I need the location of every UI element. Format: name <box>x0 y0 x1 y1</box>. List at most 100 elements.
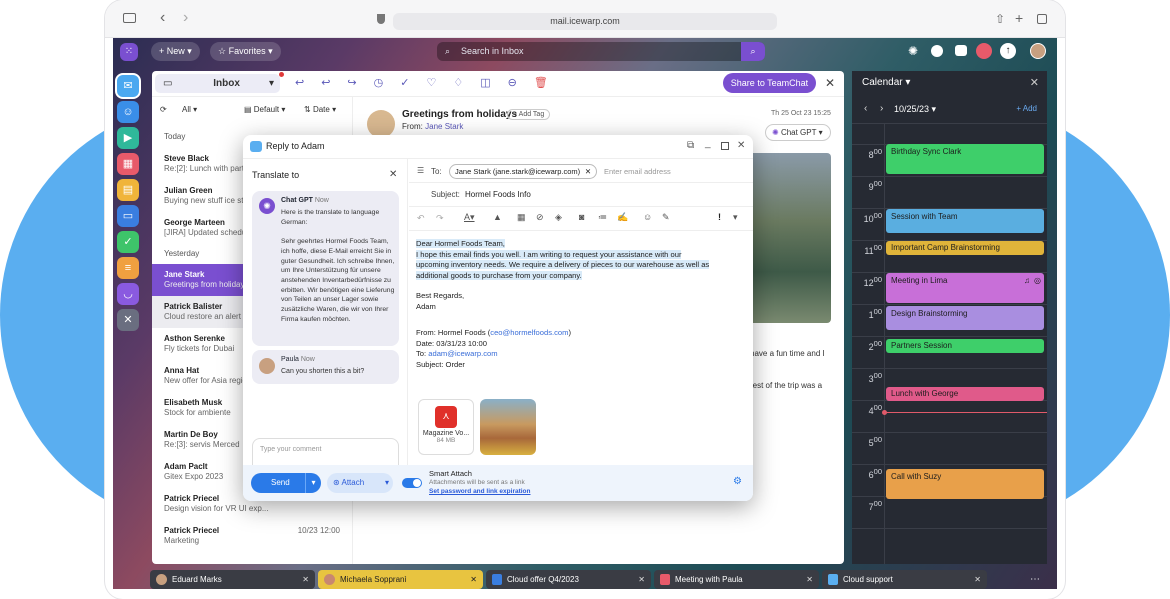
minimize-icon[interactable]: _ <box>705 138 711 149</box>
view-select[interactable]: ▤ Default ▾ <box>244 105 285 114</box>
redo-icon[interactable]: ↷ <box>436 213 444 224</box>
subject-input[interactable]: Hormel Foods Info <box>465 190 531 199</box>
calendar-event[interactable]: Lunch with George <box>886 387 1044 401</box>
refresh-icon[interactable]: ⟳ <box>160 105 167 114</box>
close-icon[interactable]: ✕ <box>974 570 981 589</box>
image-icon[interactable]: ▲ <box>493 212 502 222</box>
remove-recipient-icon[interactable]: ✕ <box>585 165 591 178</box>
tools-app-icon[interactable]: ✕ <box>117 309 139 331</box>
attach-options-icon[interactable]: ▾ <box>385 473 389 493</box>
close-icon[interactable]: ✕ <box>302 570 309 589</box>
recipient-chip[interactable]: Jane Stark (jane.stark@icewarp.com) ✕ <box>449 164 598 179</box>
signature-icon[interactable]: ✍ <box>617 212 628 223</box>
close-icon[interactable]: ✕ <box>638 570 645 589</box>
apps-grid-icon[interactable]: ⁙ <box>120 43 138 61</box>
settings-icon[interactable]: ⚙ <box>733 476 742 487</box>
sort-select[interactable]: ⇅ Date ▾ <box>304 105 336 114</box>
quoted-email-link[interactable]: ceo@hormelfoods.com <box>490 328 568 337</box>
dropbox-icon[interactable]: ◈ <box>555 212 562 223</box>
search-input[interactable]: ⌕ Search in Inbox ⌕ <box>437 42 765 61</box>
calendar-event[interactable]: Call with Suzy <box>886 469 1044 499</box>
new-button[interactable]: + New ▾ <box>151 42 200 61</box>
chatgpt-icon[interactable]: ✺ <box>908 44 918 58</box>
tabs-icon[interactable] <box>1037 14 1047 24</box>
list-item[interactable]: Patrick Priecel Marketing 10/23 12:00 <box>152 526 352 546</box>
sidebar-toggle-icon[interactable] <box>123 13 136 23</box>
camera-icon[interactable]: ◙ <box>579 212 584 222</box>
calendar-title[interactable]: Calendar ▾ <box>862 77 910 88</box>
taskbar-item[interactable]: Eduard Marks ✕ <box>150 570 315 589</box>
close-mail-icon[interactable]: ✕ <box>825 76 835 90</box>
tasks-app-icon[interactable]: ✓ <box>117 231 139 253</box>
back-icon[interactable]: ‹ <box>160 9 165 27</box>
attach-button[interactable]: ⊛ Attach ▾ <box>327 473 393 493</box>
attachment-photo[interactable] <box>480 399 536 455</box>
taskbar-item[interactable]: Cloud support ✕ <box>822 570 987 589</box>
user-avatar[interactable] <box>1030 43 1046 59</box>
favorites-button[interactable]: ☆ Favorites ▾ <box>210 42 281 61</box>
font-color-icon[interactable]: A▾ <box>464 212 475 223</box>
calendar-top-icon[interactable] <box>976 43 992 59</box>
calendar-event[interactable]: Design Brainstorming <box>886 306 1044 330</box>
set-password-link[interactable]: Set password and link expiration <box>429 488 531 495</box>
undo-icon[interactable]: ↶ <box>417 213 425 224</box>
add-event-button[interactable]: + Add <box>1016 104 1037 113</box>
share-teamchat-button[interactable]: Share to TeamChat <box>723 73 816 93</box>
add-tag-button[interactable]: + Add Tag <box>507 109 551 120</box>
forward-icon[interactable]: › <box>183 9 188 27</box>
close-translate-icon[interactable]: ✕ <box>389 169 397 180</box>
calendar-date[interactable]: 10/25/23 ▾ <box>894 104 936 115</box>
new-tab-icon[interactable]: + <box>1015 10 1023 26</box>
chatgpt-button[interactable]: ✺ Chat GPT ▾ <box>765 124 831 141</box>
quoted-to-link[interactable]: adam@icewarp.com <box>428 349 497 358</box>
prev-day-icon[interactable]: ‹ <box>864 103 867 114</box>
folder-select[interactable]: ▭ Inbox ▾ <box>155 72 284 93</box>
chat-icon[interactable] <box>931 45 943 57</box>
search-button[interactable]: ⌕ <box>741 42 765 61</box>
teamchat-app-icon[interactable]: ◡ <box>117 283 139 305</box>
upload-icon[interactable]: ↑ <box>1000 43 1016 59</box>
calendar-event[interactable]: Session with Team <box>886 209 1044 233</box>
attachment-card[interactable]: ⋏ Magazine Vo... 84 MB <box>418 399 474 455</box>
share-icon[interactable]: ⇧ <box>995 12 1005 26</box>
mail-app-icon[interactable]: ✉ <box>117 75 139 97</box>
email-field[interactable]: Enter email address <box>604 167 671 176</box>
pen-icon[interactable]: ✎ <box>662 212 670 223</box>
close-icon[interactable]: ✕ <box>806 570 813 589</box>
popout-icon[interactable]: ⧉ <box>687 140 694 151</box>
close-icon[interactable]: ✕ <box>470 570 477 589</box>
smart-attach-toggle[interactable] <box>402 478 422 488</box>
calendar-event[interactable]: Meeting in Lima ♫ ◎ <box>886 273 1044 303</box>
filter-select[interactable]: All ▾ <box>182 105 197 114</box>
send-options-icon[interactable]: ▾ <box>305 473 321 493</box>
maximize-icon[interactable] <box>721 142 729 150</box>
message-editor[interactable]: Dear Hormel Foods Team, I hope this emai… <box>416 239 716 370</box>
close-dialog-icon[interactable]: ✕ <box>737 140 745 151</box>
list-format-icon[interactable]: ≔ <box>598 212 607 223</box>
calendar-event[interactable]: Partners Session <box>886 339 1044 353</box>
send-button[interactable]: Send ▾ <box>251 473 321 493</box>
taskbar-item[interactable]: Michaela Soppranì ✕ <box>318 570 483 589</box>
taskbar-item[interactable]: Cloud offer Q4/2023 ✕ <box>486 570 651 589</box>
files-app-icon[interactable]: ▭ <box>117 205 139 227</box>
more-chevron-icon[interactable]: ▾ <box>733 212 738 223</box>
calendar-event[interactable]: Important Camp Brainstorming <box>886 241 1044 255</box>
taskbar-item[interactable]: Meeting with Paula ✕ <box>654 570 819 589</box>
calendar-event[interactable]: Birthday Sync Clark <box>886 144 1044 174</box>
next-day-icon[interactable]: › <box>880 103 883 114</box>
notes-app-icon[interactable]: ≡ <box>117 257 139 279</box>
priority-icon[interactable]: ! <box>718 212 721 222</box>
view-label: Default <box>253 105 280 114</box>
address-bar[interactable]: mail.icewarp.com <box>393 13 777 30</box>
documents-app-icon[interactable]: ▤ <box>117 179 139 201</box>
calendar-app-icon[interactable]: ▦ <box>117 153 139 175</box>
link-icon[interactable]: ⊘ <box>536 212 544 223</box>
message-icon[interactable] <box>955 45 967 56</box>
contacts-app-icon[interactable]: ☺ <box>117 101 139 123</box>
meetings-app-icon[interactable]: ▶ <box>117 127 139 149</box>
from-link[interactable]: Jane Stark <box>425 122 463 131</box>
table-icon[interactable]: ▦ <box>517 212 526 223</box>
emoji-icon[interactable]: ☺ <box>643 212 652 222</box>
taskbar-more-icon[interactable]: ⋯ <box>1030 574 1040 585</box>
close-calendar-icon[interactable]: ✕ <box>1030 76 1039 89</box>
